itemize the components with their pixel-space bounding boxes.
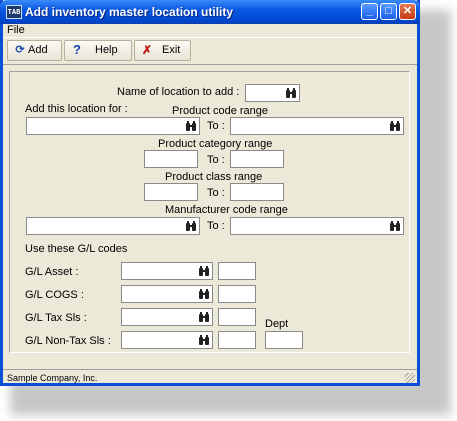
product-code-range-label: Product code range	[172, 105, 269, 117]
binoculars-icon[interactable]	[198, 311, 210, 323]
binoculars-icon[interactable]	[198, 334, 210, 346]
binoculars-icon[interactable]	[389, 120, 401, 132]
gl-nontax-sls-input[interactable]	[121, 331, 213, 349]
product-class-from-input[interactable]	[144, 183, 198, 201]
binoculars-icon[interactable]	[285, 87, 297, 99]
product-code-from-input[interactable]	[26, 117, 200, 135]
location-input[interactable]	[245, 84, 300, 102]
product-category-from-input[interactable]	[144, 150, 198, 168]
status-bar: Sample Company, Inc.	[3, 369, 417, 384]
product-class-to-label: To :	[207, 187, 225, 199]
binoculars-icon[interactable]	[185, 220, 197, 232]
binoculars-icon[interactable]	[198, 265, 210, 277]
manufacturer-to-input[interactable]	[230, 217, 404, 235]
product-code-to-input[interactable]	[230, 117, 404, 135]
gl-asset-label: G/L Asset :	[25, 266, 79, 278]
exit-button[interactable]: ✗ Exit	[134, 40, 191, 61]
binoculars-icon[interactable]	[185, 120, 197, 132]
add-button[interactable]: ⟳ Add	[7, 40, 62, 61]
dept-input[interactable]	[265, 331, 303, 349]
app-icon: TAB	[6, 5, 22, 19]
gl-cogs-label: G/L COGS :	[25, 289, 84, 301]
dept-label: Dept	[265, 318, 289, 330]
gl-cogs-dept-input[interactable]	[218, 285, 256, 303]
exit-button-label: Exit	[162, 44, 181, 56]
form-panel: Name of location to add : Add this locat…	[9, 71, 410, 353]
x-icon: ✗	[141, 43, 153, 57]
minimize-button[interactable]: _	[361, 3, 378, 20]
location-label: Name of location to add :	[117, 86, 240, 98]
add-for-label: Add this location for :	[25, 103, 128, 115]
binoculars-icon[interactable]	[198, 288, 210, 300]
gl-tax-sls-input[interactable]	[121, 308, 213, 326]
product-class-to-input[interactable]	[230, 183, 284, 201]
close-button[interactable]: ✕	[399, 3, 416, 20]
add-button-label: Add	[28, 44, 48, 56]
product-category-range-label: Product category range	[158, 138, 273, 150]
gl-tax-sls-label: G/L Tax Sls :	[25, 312, 87, 324]
gl-asset-dept-input[interactable]	[218, 262, 256, 280]
gl-cogs-input[interactable]	[121, 285, 213, 303]
gl-nontax-sls-label: G/L Non-Tax Sls :	[25, 335, 111, 347]
menu-bar: File	[3, 24, 417, 37]
gl-codes-label: Use these G/L codes	[25, 243, 128, 255]
refresh-icon: ⟳	[15, 44, 25, 56]
product-class-range-label: Product class range	[165, 171, 263, 183]
maximize-button[interactable]: □	[380, 3, 397, 20]
menu-file[interactable]: File	[7, 24, 25, 36]
question-icon: ?	[73, 42, 81, 57]
manufacturer-to-label: To :	[207, 220, 225, 232]
product-code-to-label: To :	[207, 120, 225, 132]
help-button-label: Help	[95, 44, 118, 56]
app-window: TAB Add inventory master location utilit…	[0, 0, 420, 386]
gl-nontax-sls-dept-input[interactable]	[218, 331, 256, 349]
binoculars-icon[interactable]	[389, 220, 401, 232]
help-button[interactable]: ? Help	[64, 40, 132, 61]
status-company: Sample Company, Inc.	[7, 373, 98, 383]
product-category-to-input[interactable]	[230, 150, 284, 168]
window-title: Add inventory master location utility	[25, 5, 234, 19]
gl-asset-input[interactable]	[121, 262, 213, 280]
manufacturer-from-input[interactable]	[26, 217, 200, 235]
title-bar[interactable]: TAB Add inventory master location utilit…	[0, 0, 420, 24]
toolbar: ⟳ Add ? Help ✗ Exit	[3, 37, 417, 65]
product-category-to-label: To :	[207, 154, 225, 166]
gl-tax-sls-dept-input[interactable]	[218, 308, 256, 326]
manufacturer-code-range-label: Manufacturer code range	[165, 204, 288, 216]
resize-grip-icon[interactable]	[405, 373, 415, 383]
